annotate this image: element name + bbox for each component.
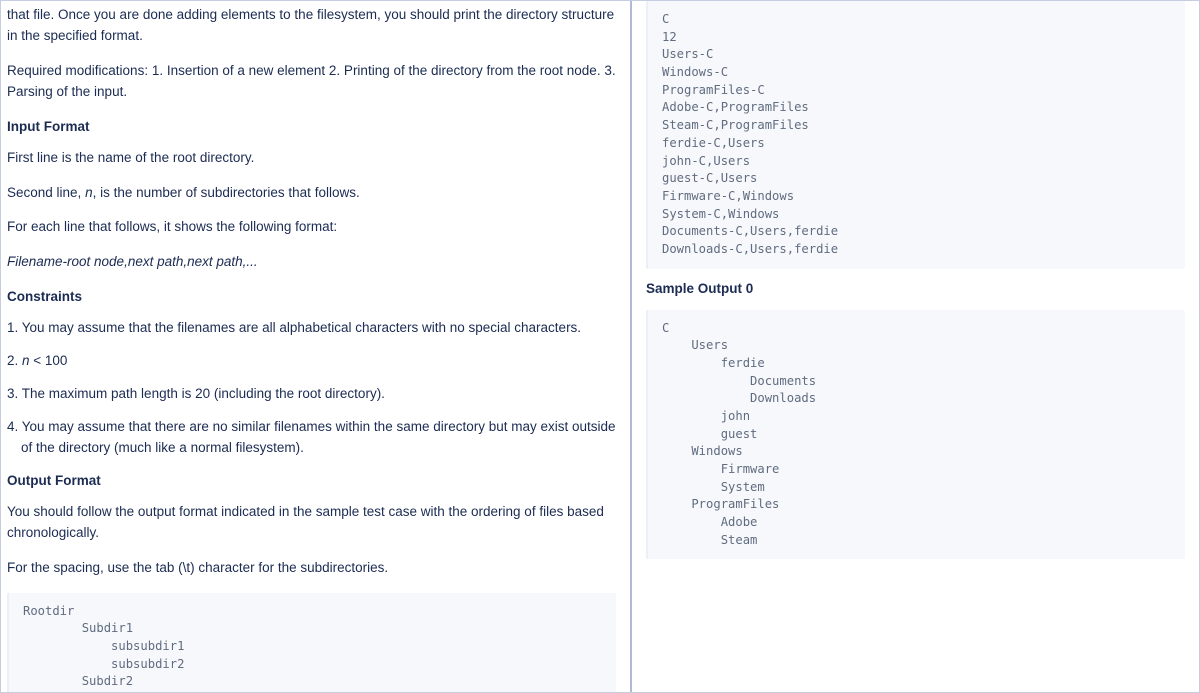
if-line-1: First line is the name of the root direc… [7, 148, 616, 169]
intro-paragraph: that file. Once you are done adding elem… [7, 5, 616, 47]
sample-input-code: C 12 Users-C Windows-C ProgramFiles-C Ad… [646, 1, 1185, 269]
c2-b: < 100 [30, 353, 68, 368]
heading-output-format: Output Format [7, 471, 616, 492]
problem-left-column: that file. Once you are done adding elem… [1, 1, 630, 692]
required-modifications: Required modifications: 1. Insertion of … [7, 61, 616, 103]
if-line-2: Second line, n, is the number of subdire… [7, 183, 616, 204]
constraint-3: 3. The maximum path length is 20 (includ… [7, 384, 616, 405]
constraint-1: 1. You may assume that the filenames are… [7, 318, 616, 339]
of-line-1: You should follow the output format indi… [7, 502, 616, 544]
sample-output-code: C Users ferdie Documents Downloads john … [646, 310, 1185, 560]
var-n-2: n [22, 353, 30, 368]
example-tree-code: Rootdir Subdir1 subsubdir1 subsubdir2 Su… [7, 593, 616, 692]
heading-sample-output: Sample Output 0 [646, 279, 1185, 300]
var-n: n [85, 185, 93, 200]
constraint-2: 2. n < 100 [7, 351, 616, 372]
input-format-pattern: Filename-root node,next path,next path,.… [7, 252, 616, 273]
constraint-4: 4. You may assume that there are no simi… [7, 417, 616, 459]
c2-a: 2. [7, 353, 22, 368]
of-line-2: For the spacing, use the tab (\t) charac… [7, 558, 616, 579]
heading-constraints: Constraints [7, 287, 616, 308]
if-line-2b: , is the number of subdirectories that f… [93, 185, 360, 200]
if-line-3: For each line that follows, it shows the… [7, 217, 616, 238]
samples-right-column: C 12 Users-C Windows-C ProgramFiles-C Ad… [632, 1, 1199, 692]
if-line-2a: Second line, [7, 185, 85, 200]
heading-input-format: Input Format [7, 117, 616, 138]
